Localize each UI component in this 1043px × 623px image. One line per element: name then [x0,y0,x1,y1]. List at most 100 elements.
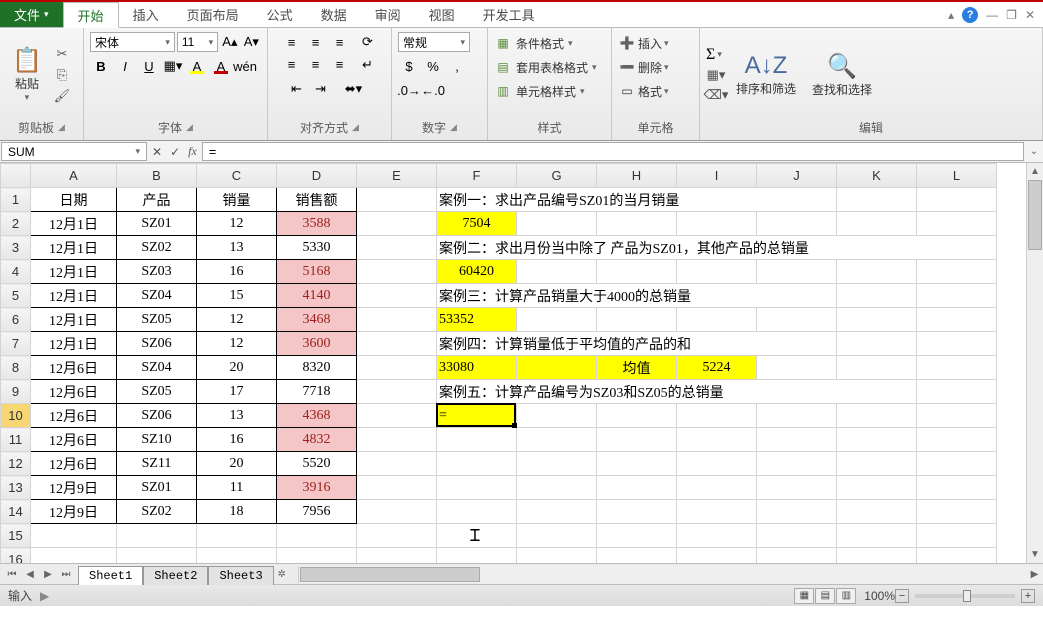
cell-I13[interactable] [677,476,757,500]
orientation-icon[interactable]: ⟳ [357,32,379,52]
zoom-in-icon[interactable]: + [1021,589,1035,603]
cell-D9[interactable]: 7718 [277,380,357,404]
dialog-launcher-icon[interactable]: ◢ [450,122,457,133]
cell-G11[interactable] [517,428,597,452]
cell-C14[interactable]: 18 [197,500,277,524]
decrease-indent-icon[interactable]: ⇤ [286,79,308,99]
cell-L5[interactable] [917,284,997,308]
cell-B2[interactable]: SZ01 [117,212,197,236]
ribbon-minimize-icon[interactable]: ▴ [948,8,954,22]
row-header-3[interactable]: 3 [1,236,31,260]
cell-B5[interactable]: SZ04 [117,284,197,308]
row-header-12[interactable]: 12 [1,452,31,476]
spreadsheet-grid[interactable]: ABCDEFGHIJKL1日期产品销量销售额案例一：求出产品编号SZ01的当月销… [0,163,1026,563]
clear-icon[interactable]: ⌫▾ [706,86,726,104]
tab-file[interactable]: 文件 [0,2,63,27]
cell-H15[interactable] [597,524,677,548]
cell-H11[interactable] [597,428,677,452]
sheet-tab-3[interactable]: Sheet3 [208,566,273,585]
cell-L15[interactable] [917,524,997,548]
tab-insert[interactable]: 插入 [119,2,173,27]
dialog-launcher-icon[interactable]: ◢ [58,122,65,133]
row-header-5[interactable]: 5 [1,284,31,308]
cell-D2[interactable]: 3588 [277,212,357,236]
cell-E9[interactable] [357,380,437,404]
decrease-decimal-icon[interactable]: ←.0 [422,80,444,100]
cell-B4[interactable]: SZ03 [117,260,197,284]
cell-G10[interactable] [517,404,597,428]
comma-icon[interactable]: , [446,56,468,76]
cell-I15[interactable] [677,524,757,548]
cell-A11[interactable]: 12月6日 [31,428,117,452]
column-header-F[interactable]: F [437,164,517,188]
cell-L1[interactable] [917,188,997,212]
fill-icon[interactable]: ▦▾ [706,66,726,84]
tab-data[interactable]: 数据 [307,2,361,27]
row-header-8[interactable]: 8 [1,356,31,380]
cell-B14[interactable]: SZ02 [117,500,197,524]
cell-C15[interactable] [197,524,277,548]
cell-G8[interactable] [517,356,597,380]
last-sheet-icon[interactable]: ⏭ [58,566,74,582]
percent-icon[interactable]: % [422,56,444,76]
cell-C12[interactable]: 20 [197,452,277,476]
cell-E3[interactable] [357,236,437,260]
cell-C8[interactable]: 20 [197,356,277,380]
row-header-7[interactable]: 7 [1,332,31,356]
cell-H8[interactable]: 均值 [597,356,677,380]
cell-F11[interactable] [437,428,517,452]
cell-styles-button[interactable]: ▥单元格样式▾ [494,80,605,102]
cell-G13[interactable] [517,476,597,500]
cell-C3[interactable]: 13 [197,236,277,260]
cell-K13[interactable] [837,476,917,500]
number-format-combo[interactable]: 常规▾ [398,32,470,52]
cell-C1[interactable]: 销量 [197,188,277,212]
column-header-A[interactable]: A [31,164,117,188]
cell-J2[interactable] [757,212,837,236]
cell-B1[interactable]: 产品 [117,188,197,212]
tab-developer[interactable]: 开发工具 [469,2,549,27]
cell-J16[interactable] [757,548,837,564]
column-header-C[interactable]: C [197,164,277,188]
cell-A2[interactable]: 12月1日 [31,212,117,236]
cancel-formula-icon[interactable]: ✕ [152,145,162,159]
tab-view[interactable]: 视图 [415,2,469,27]
delete-cells-button[interactable]: ➖删除▾ [618,56,693,78]
cell-F16[interactable] [437,548,517,564]
cell-H13[interactable] [597,476,677,500]
zoom-out-icon[interactable]: − [895,589,909,603]
cell-H12[interactable] [597,452,677,476]
cell-K2[interactable] [837,212,917,236]
cell-F15[interactable] [437,524,517,548]
cell-C7[interactable]: 12 [197,332,277,356]
cell-B10[interactable]: SZ06 [117,404,197,428]
cell-K11[interactable] [837,428,917,452]
find-select-button[interactable]: 🔍 查找和选择 [806,32,878,117]
cell-A13[interactable]: 12月9日 [31,476,117,500]
cell-L9[interactable] [917,380,997,404]
cell-F13[interactable] [437,476,517,500]
font-size-combo[interactable]: 11▾ [177,32,218,52]
cell-F5[interactable]: 案例三：计算产品销量大于4000的总销量 [437,284,837,308]
dialog-launcher-icon[interactable]: ◢ [186,122,193,133]
cell-J15[interactable] [757,524,837,548]
select-all-corner[interactable] [1,164,31,188]
row-header-15[interactable]: 15 [1,524,31,548]
row-header-13[interactable]: 13 [1,476,31,500]
cell-K4[interactable] [837,260,917,284]
cell-H14[interactable] [597,500,677,524]
cell-J12[interactable] [757,452,837,476]
cell-A4[interactable]: 12月1日 [31,260,117,284]
cell-C16[interactable] [197,548,277,564]
window-restore-icon[interactable]: ❐ [1006,8,1017,22]
cell-L12[interactable] [917,452,997,476]
cell-E6[interactable] [357,308,437,332]
cell-D1[interactable]: 销售额 [277,188,357,212]
italic-button[interactable]: I [114,56,136,76]
currency-icon[interactable]: $ [398,56,420,76]
cell-H2[interactable] [597,212,677,236]
cell-B15[interactable] [117,524,197,548]
bold-button[interactable]: B [90,56,112,76]
cell-D15[interactable] [277,524,357,548]
cell-D7[interactable]: 3600 [277,332,357,356]
